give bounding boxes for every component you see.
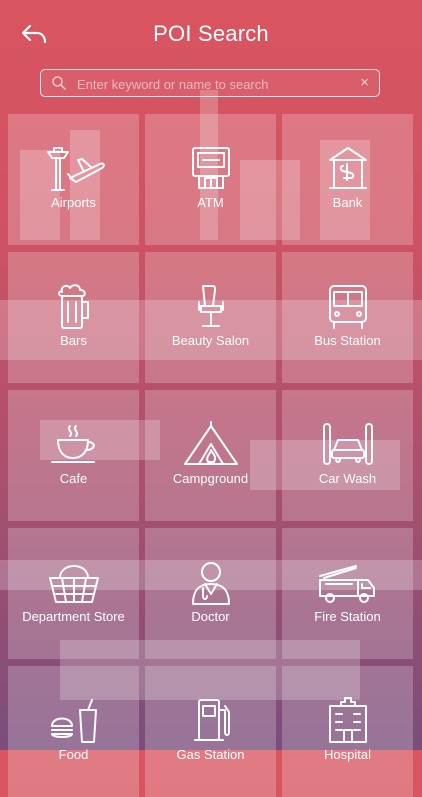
category-department-store[interactable]: Department Store — [8, 528, 139, 659]
category-label: Food — [58, 747, 89, 762]
airport-icon — [46, 147, 105, 191]
category-doctor[interactable]: Doctor — [145, 528, 276, 659]
coffee-cup-icon — [50, 425, 95, 463]
category-fire-station[interactable]: Fire Station — [282, 528, 413, 659]
category-label: Gas Station — [176, 747, 245, 762]
category-car-wash[interactable]: Car Wash — [282, 390, 413, 521]
car-wash-icon — [322, 423, 373, 465]
beer-icon — [57, 284, 89, 329]
search-icon — [52, 76, 66, 90]
category-atm[interactable]: ATM — [145, 114, 276, 245]
bus-icon — [328, 285, 367, 329]
category-label: Bars — [60, 333, 87, 348]
category-cafe[interactable]: Cafe — [8, 390, 139, 521]
category-label: Hospital — [324, 747, 371, 762]
category-label: Fire Station — [314, 609, 381, 624]
clear-search-button[interactable]: × — [360, 74, 369, 92]
category-hospital[interactable]: Hospital — [282, 666, 413, 797]
category-label: Department Store — [22, 609, 125, 624]
category-bars[interactable]: Bars — [8, 252, 139, 383]
category-label: Beauty Salon — [171, 333, 250, 348]
category-label: Car Wash — [318, 471, 377, 486]
category-campground[interactable]: Campground — [145, 390, 276, 521]
basket-icon — [48, 565, 99, 603]
category-label: Bank — [332, 195, 363, 210]
category-airports[interactable]: Airports — [8, 114, 139, 245]
fire-truck-icon — [318, 565, 375, 603]
category-label: Doctor — [191, 609, 230, 624]
category-label: Bus Station — [314, 333, 381, 348]
category-label: ATM — [197, 195, 224, 210]
doctor-icon — [191, 562, 230, 605]
search-input[interactable] — [75, 72, 349, 96]
atm-icon — [191, 147, 230, 189]
category-label: Campground — [172, 471, 249, 486]
category-bus-station[interactable]: Bus Station — [282, 252, 413, 383]
category-gas-station[interactable]: Gas Station — [145, 666, 276, 797]
bank-icon — [328, 147, 367, 189]
category-bank[interactable]: Bank — [282, 114, 413, 245]
category-label: Cafe — [59, 471, 88, 486]
category-beauty-salon[interactable]: Beauty Salon — [145, 252, 276, 383]
food-icon — [50, 699, 97, 743]
gas-pump-icon — [193, 699, 230, 741]
salon-chair-icon — [197, 285, 224, 327]
page-title: POI Search — [153, 21, 269, 46]
hospital-icon — [328, 697, 367, 743]
category-food[interactable]: Food — [8, 666, 139, 797]
category-label: Airports — [51, 195, 96, 210]
search-bar: × — [40, 69, 380, 97]
header: POI Search — [0, 0, 422, 66]
tent-icon — [183, 421, 238, 465]
